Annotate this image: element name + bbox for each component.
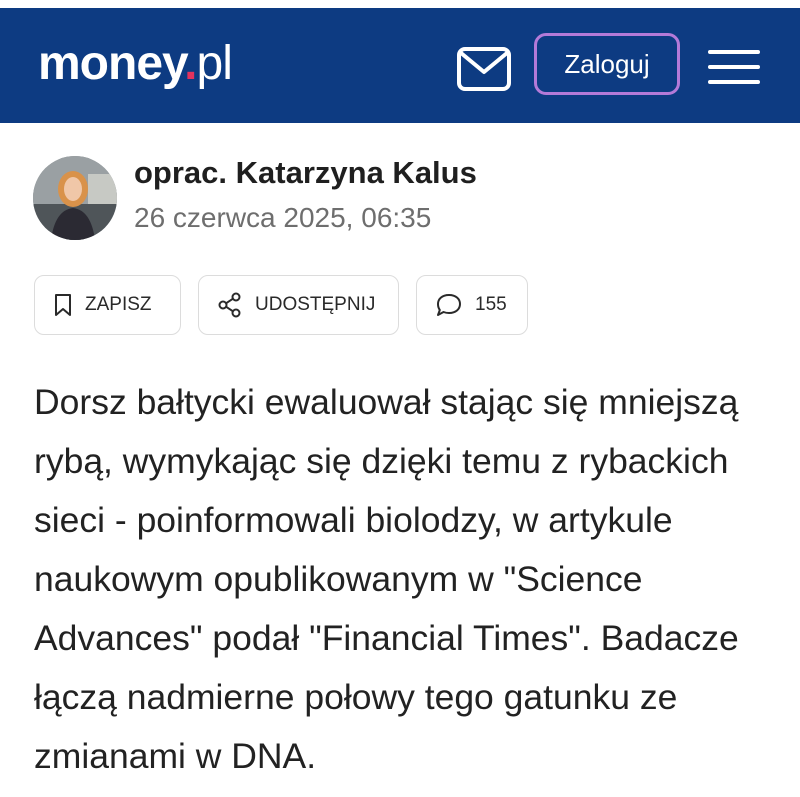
login-label: Zaloguj — [564, 48, 650, 79]
comments-button[interactable]: 155 — [416, 275, 528, 335]
site-header: money.pl Zaloguj — [0, 8, 800, 123]
top-strip — [0, 0, 800, 8]
login-button[interactable]: Zaloguj — [534, 33, 680, 95]
author-name[interactable]: oprac. Katarzyna Kalus — [134, 155, 477, 191]
article-lead: Dorsz bałtycki ewaluował stając się mnie… — [34, 382, 739, 776]
publish-date: 26 czerwca 2025, 06:35 — [134, 202, 432, 233]
author-avatar[interactable] — [33, 156, 117, 240]
save-button[interactable]: ZAPISZ — [34, 275, 181, 335]
comment-bubble-icon — [437, 294, 461, 316]
bookmark-icon — [55, 294, 71, 316]
share-icon — [218, 292, 241, 318]
hamburger-menu-icon[interactable] — [708, 50, 760, 90]
share-button[interactable]: UDOSTĘPNIJ — [198, 275, 399, 335]
envelope-icon[interactable] — [456, 46, 512, 92]
share-label: UDOSTĘPNIJ — [255, 294, 376, 315]
save-label: ZAPISZ — [85, 294, 152, 315]
money-pl-logo[interactable]: money.pl — [38, 36, 233, 91]
comments-count: 155 — [475, 294, 507, 315]
